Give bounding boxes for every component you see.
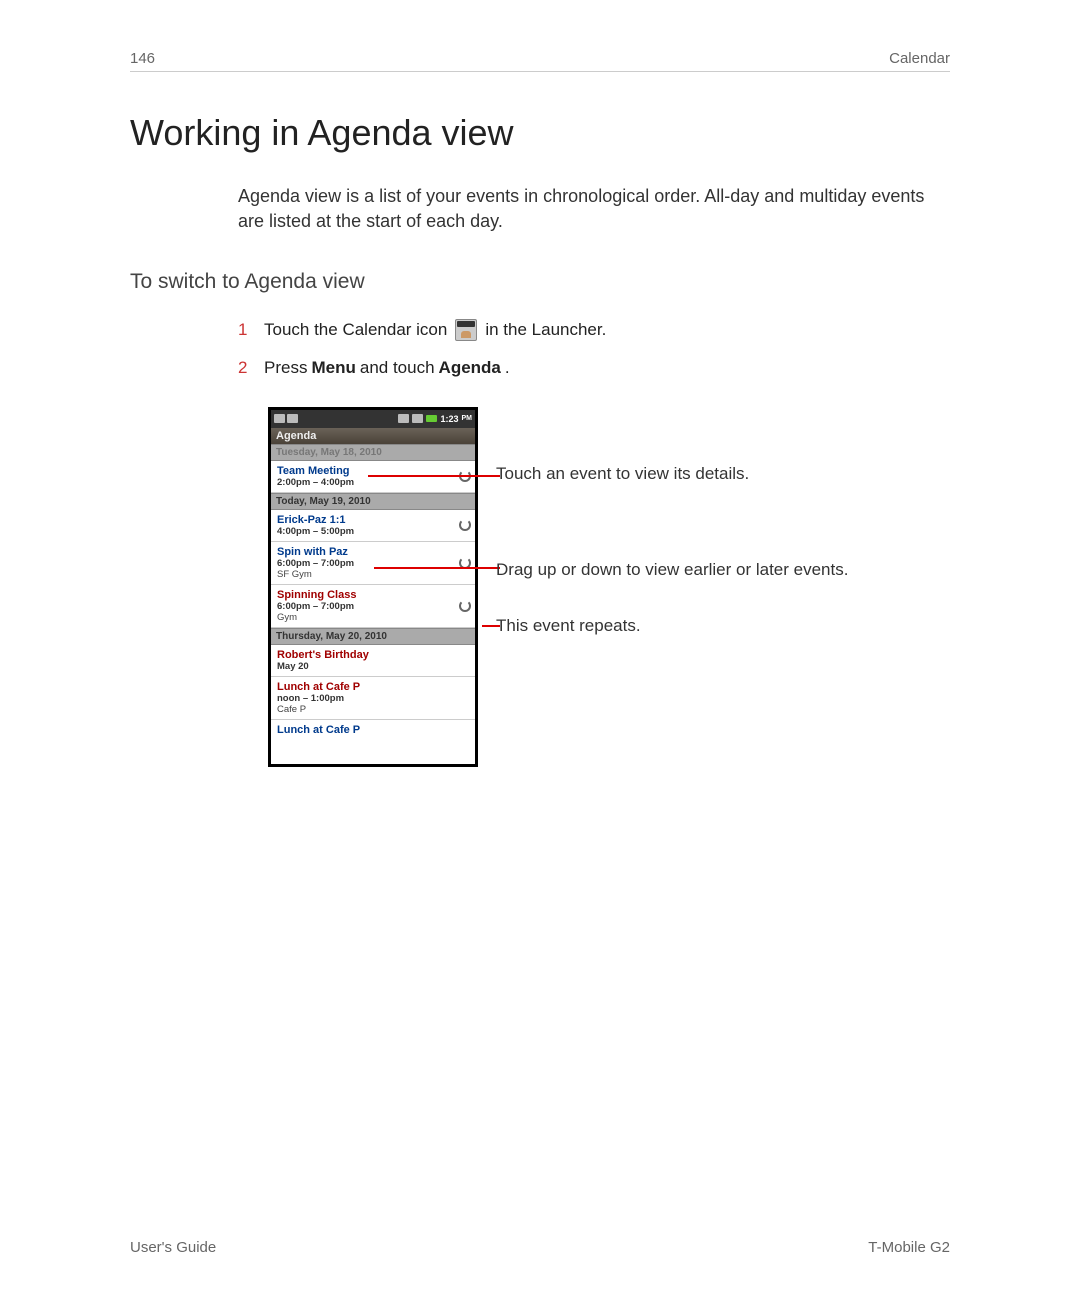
event-item[interactable]: Team Meeting 2:00pm – 4:00pm (271, 461, 475, 493)
repeat-icon (459, 600, 471, 612)
page-number: 146 (130, 50, 155, 67)
menu-label: Menu (311, 354, 355, 381)
app-titlebar: Agenda (271, 428, 475, 444)
calendar-icon (455, 319, 477, 341)
sim-icon (287, 414, 298, 423)
step-text: Touch the Calendar icon in the Launcher. (264, 316, 606, 343)
repeat-icon (459, 519, 471, 531)
signal-icon (398, 414, 409, 423)
figure: 1:23 PM Agenda Tuesday, May 18, 2010 Tea… (268, 407, 950, 767)
event-time: 4:00pm – 5:00pm (277, 526, 453, 537)
event-title: Spinning Class (277, 589, 453, 601)
step-2-text-b: and touch (360, 354, 435, 381)
step-1: 1 Touch the Calendar icon in the Launche… (238, 316, 950, 343)
event-location: SF Gym (277, 569, 453, 580)
event-time: 2:00pm – 4:00pm (277, 477, 453, 488)
event-location: Gym (277, 612, 453, 623)
callout-2: Drag up or down to view earlier or later… (496, 559, 848, 581)
page: 146 Calendar Working in Agenda view Agen… (0, 0, 1080, 1296)
battery-icon (426, 415, 437, 422)
event-location: Cafe P (277, 704, 453, 715)
step-2: 2 Press Menu and touch Agenda. (238, 354, 950, 381)
intro-paragraph: Agenda view is a list of your events in … (238, 184, 950, 234)
sub-heading: To switch to Agenda view (130, 270, 950, 294)
period: . (505, 354, 510, 381)
step-2-text-a: Press (264, 354, 307, 381)
footer-right: T-Mobile G2 (868, 1239, 950, 1256)
leader-line (374, 567, 500, 569)
event-title: Spin with Paz (277, 546, 453, 558)
step-1-text-a: Touch the Calendar icon (264, 316, 447, 343)
leader-line (368, 475, 500, 477)
status-pm: PM (462, 415, 473, 422)
event-item[interactable]: Spin with Paz 6:00pm – 7:00pm SF Gym (271, 542, 475, 585)
event-time: May 20 (277, 661, 453, 672)
page-footer: User's Guide T-Mobile G2 (130, 1239, 950, 1256)
day-header: Thursday, May 20, 2010 (271, 628, 475, 645)
event-item[interactable]: Spinning Class 6:00pm – 7:00pm Gym (271, 585, 475, 628)
step-text: Press Menu and touch Agenda. (264, 354, 510, 381)
mail-icon (274, 414, 285, 423)
event-item[interactable]: Robert's Birthday May 20 (271, 645, 475, 677)
wifi-icon (412, 414, 423, 423)
event-title: Lunch at Cafe P (277, 681, 453, 693)
event-title: Lunch at Cafe P (277, 724, 453, 736)
event-title: Robert's Birthday (277, 649, 453, 661)
status-left-icons (274, 414, 298, 423)
event-item[interactable]: Lunch at Cafe P (271, 720, 475, 740)
status-bar: 1:23 PM (271, 410, 475, 428)
step-list: 1 Touch the Calendar icon in the Launche… (238, 316, 950, 380)
status-time: 1:23 (440, 414, 458, 424)
step-1-text-b: in the Launcher. (485, 316, 606, 343)
step-number: 2 (238, 354, 252, 381)
section-title: Calendar (889, 50, 950, 67)
event-title: Erick-Paz 1:1 (277, 514, 453, 526)
event-time: noon – 1:00pm (277, 693, 453, 704)
event-item[interactable]: Lunch at Cafe P noon – 1:00pm Cafe P (271, 677, 475, 720)
main-heading: Working in Agenda view (130, 112, 950, 154)
footer-left: User's Guide (130, 1239, 216, 1256)
page-header: 146 Calendar (130, 50, 950, 72)
agenda-label: Agenda (439, 354, 501, 381)
day-header: Today, May 19, 2010 (271, 493, 475, 510)
phone-screenshot: 1:23 PM Agenda Tuesday, May 18, 2010 Tea… (268, 407, 478, 767)
callout-1: Touch an event to view its details. (496, 463, 749, 485)
step-number: 1 (238, 316, 252, 343)
callout-3: This event repeats. (496, 615, 641, 637)
event-time: 6:00pm – 7:00pm (277, 601, 453, 612)
status-right: 1:23 PM (398, 414, 472, 424)
day-header: Tuesday, May 18, 2010 (271, 444, 475, 461)
event-item[interactable]: Erick-Paz 1:1 4:00pm – 5:00pm (271, 510, 475, 542)
